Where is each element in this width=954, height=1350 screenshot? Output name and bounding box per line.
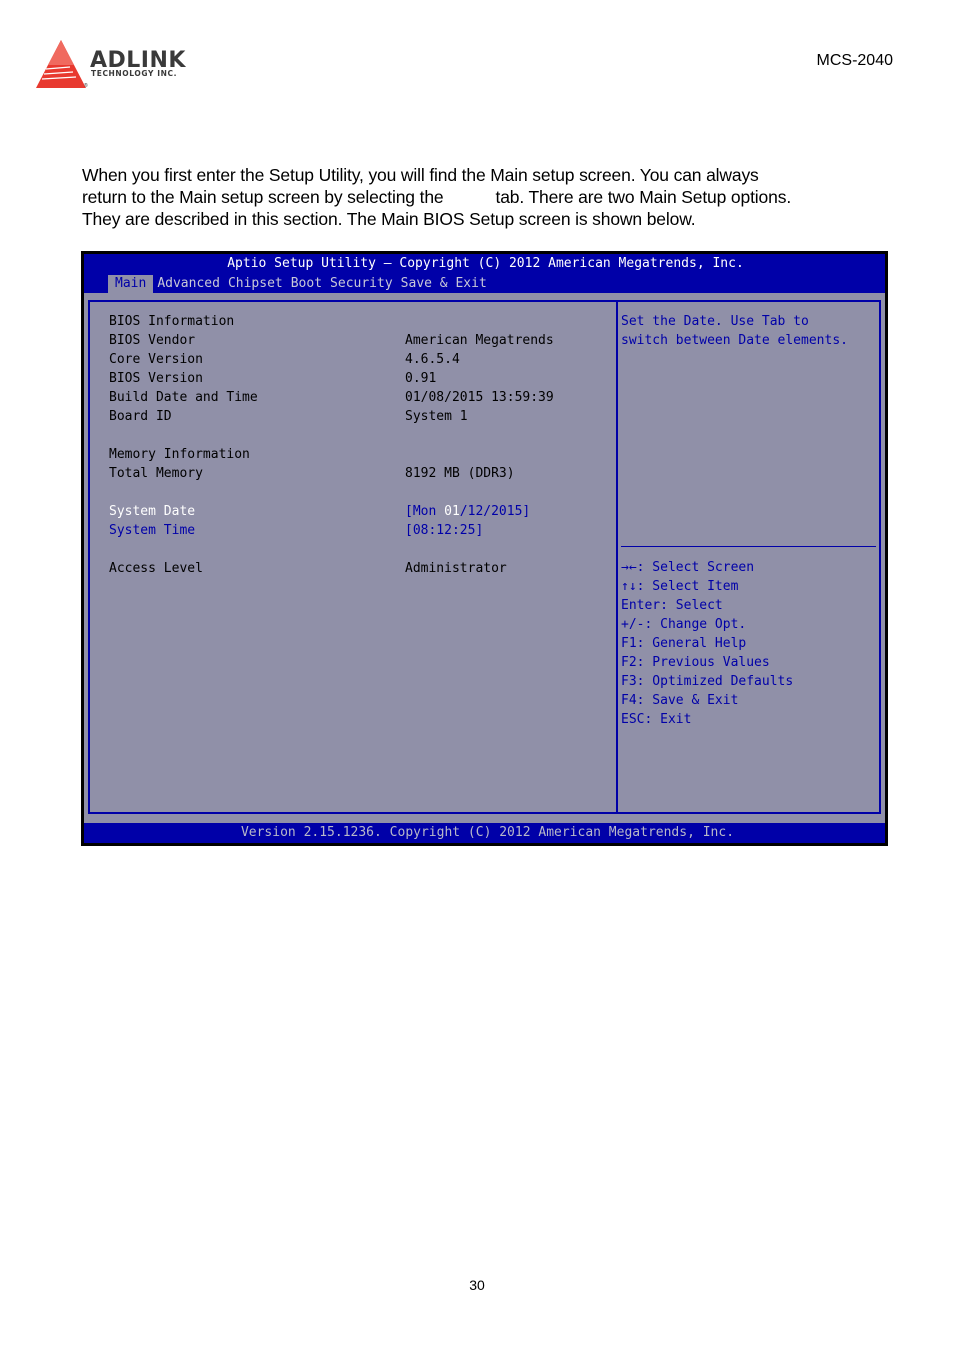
- help-text-line: switch between Date elements.: [621, 333, 848, 348]
- tab-advanced[interactable]: Advanced: [153, 275, 224, 293]
- row-bios-vendor: BIOS Vendor American Megatrends: [109, 331, 609, 350]
- bios-main-panel: BIOS Information BIOS Vendor American Me…: [88, 300, 881, 814]
- page-number: 30: [469, 1277, 485, 1293]
- key-esc-exit: ESC: Exit: [621, 712, 692, 727]
- bios-screen-body: Aptio Setup Utility – Copyright (C) 2012…: [84, 254, 885, 843]
- bios-tab-bar: Main Advanced Chipset Boot Security Save…: [108, 275, 491, 293]
- key-change-opt: +/-: Change Opt.: [621, 617, 747, 632]
- row-value: 8192 MB (DDR3): [405, 466, 515, 481]
- row-build-date: Build Date and Time 01/08/2015 13:59:39: [109, 388, 609, 407]
- row-label: BIOS Vendor: [109, 333, 196, 348]
- row-value: 0.91: [405, 371, 437, 386]
- bios-setup-screen: Aptio Setup Utility – Copyright (C) 2012…: [81, 251, 888, 846]
- model-name: MCS-2040: [816, 52, 893, 69]
- row-bios-version: BIOS Version 0.91: [109, 369, 609, 388]
- row-system-date[interactable]: System Date [Mon 01/12/2015]: [109, 502, 609, 521]
- row-value: 4.6.5.4: [405, 352, 460, 367]
- tab-save-exit[interactable]: Save & Exit: [397, 275, 491, 293]
- row-label: Core Version: [109, 352, 203, 367]
- date-month-selected[interactable]: 01: [444, 504, 460, 519]
- system-date-label[interactable]: System Date: [109, 502, 195, 521]
- row-core-version: Core Version 4.6.5.4: [109, 350, 609, 369]
- row-label: Memory Information: [109, 447, 250, 462]
- key-legend: →←: Select Screen ↑↓: Select Item Enter:…: [621, 558, 793, 729]
- registered-mark: ®: [84, 83, 88, 89]
- row-value: American Megatrends: [405, 333, 554, 348]
- panel-vertical-divider: [616, 302, 618, 812]
- tab-boot[interactable]: Boot: [287, 275, 326, 293]
- row-label: Total Memory: [109, 466, 203, 481]
- adlink-logo: ADLINK TECHNOLOGY INC. ®: [34, 38, 204, 94]
- intro-line-1: When you first enter the Setup Utility, …: [82, 165, 759, 185]
- intro-paragraph: When you first enter the Setup Utility, …: [82, 164, 882, 230]
- tab-security[interactable]: Security: [326, 275, 397, 293]
- key-f1-help: F1: General Help: [621, 636, 747, 651]
- system-time-label[interactable]: System Time: [109, 521, 195, 540]
- section-memory-information: Memory Information: [109, 445, 609, 464]
- row-access-level: Access Level Administrator: [109, 559, 609, 578]
- adlink-triangle-logo-icon: [36, 40, 86, 88]
- bios-title: Aptio Setup Utility – Copyright (C) 2012…: [227, 256, 744, 271]
- system-date-field[interactable]: [Mon 01/12/2015]: [405, 502, 530, 521]
- row-value: 01/08/2015 13:59:39: [405, 390, 554, 405]
- row-value: Administrator: [405, 561, 507, 576]
- row-board-id: Board ID System 1: [109, 407, 609, 426]
- bios-footer: Version 2.15.1236. Copyright (C) 2012 Am…: [84, 823, 885, 843]
- row-label: BIOS Information: [109, 314, 235, 329]
- date-weekday: [Mon: [405, 504, 445, 519]
- logo-tagline: TECHNOLOGY INC.: [91, 69, 178, 78]
- intro-line-2: return to the Main setup screen by selec…: [82, 186, 882, 208]
- row-value: System 1: [405, 409, 468, 424]
- key-select-item: ↑↓: Select Item: [621, 579, 739, 594]
- row-label: Build Date and Time: [109, 390, 258, 405]
- key-select-screen: →←: Select Screen: [621, 560, 755, 575]
- row-total-memory: Total Memory 8192 MB (DDR3): [109, 464, 609, 483]
- row-label: Board ID: [109, 409, 172, 424]
- row-label: BIOS Version: [109, 371, 203, 386]
- row-label: Access Level: [109, 561, 203, 576]
- help-text-line: Set the Date. Use Tab to: [621, 314, 809, 329]
- tab-chipset[interactable]: Chipset: [224, 275, 287, 293]
- bios-header: Aptio Setup Utility – Copyright (C) 2012…: [84, 254, 885, 293]
- settings-list: BIOS Information BIOS Vendor American Me…: [109, 312, 609, 578]
- key-f3-defaults: F3: Optimized Defaults: [621, 674, 794, 689]
- system-time-field[interactable]: [08:12:25]: [405, 521, 483, 540]
- section-bios-information: BIOS Information: [109, 312, 609, 331]
- date-day-year: /12/2015]: [459, 504, 531, 519]
- intro-line-2b: tab. There are two Main Setup options.: [495, 187, 792, 207]
- key-f4-save-exit: F4: Save & Exit: [621, 693, 739, 708]
- key-f2-previous: F2: Previous Values: [621, 655, 770, 670]
- intro-line-2a: return to the Main setup screen by selec…: [82, 187, 444, 207]
- help-divider: [621, 546, 876, 547]
- help-pane: Set the Date. Use Tab to switch between …: [621, 312, 879, 350]
- key-enter-select: Enter: Select: [621, 598, 723, 613]
- tab-main[interactable]: Main: [108, 275, 154, 293]
- intro-line-3: They are described in this section. The …: [82, 209, 696, 229]
- row-system-time[interactable]: System Time [08:12:25]: [109, 521, 609, 540]
